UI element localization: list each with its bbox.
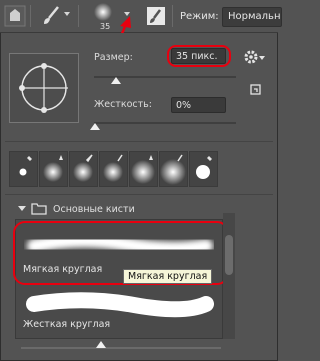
- soft-round-label[interactable]: Мягкая круглая: [23, 264, 102, 275]
- recent-brush-4[interactable]: [99, 151, 128, 187]
- photoshop-home-icon[interactable]: [4, 5, 26, 30]
- folder-icon: [31, 202, 47, 218]
- brush-tooltip: Мягкая круглая: [123, 269, 213, 284]
- recent-brush-5[interactable]: [129, 151, 158, 187]
- brush-tool-icon[interactable]: [40, 5, 62, 30]
- toolbar-separator: [172, 5, 173, 27]
- brush-list-scrollbar[interactable]: [223, 213, 235, 339]
- recent-brush-6[interactable]: [159, 151, 188, 187]
- toolbar-separator: [78, 5, 79, 27]
- mode-select[interactable]: Нормальный: [222, 7, 282, 27]
- size-highlight-annotation: [167, 45, 231, 67]
- preview-size-slider-track[interactable]: [21, 347, 221, 349]
- size-label: Размер:: [94, 52, 133, 63]
- mode-label: Режим:: [180, 11, 219, 22]
- preview-size-slider-knob[interactable]: [96, 341, 106, 348]
- hardness-slider-track[interactable]: [94, 122, 236, 124]
- brush-folder-name: Основные кисти: [53, 204, 135, 215]
- brush-preset-panel: Размер: 35 пикс. Жесткость: 0% Основные …: [0, 33, 278, 361]
- toolbar-separator: [30, 5, 31, 27]
- hardness-input[interactable]: 0%: [171, 97, 226, 113]
- brush-folder-row[interactable]: Основные кисти: [15, 201, 215, 217]
- airbrush-icon[interactable]: [145, 5, 167, 30]
- gear-icon[interactable]: [244, 49, 266, 68]
- size-slider-knob[interactable]: [111, 77, 121, 84]
- recent-brushes: [9, 151, 219, 187]
- hard-round-label[interactable]: Жесткая круглая: [23, 319, 110, 330]
- hard-round-stroke-preview[interactable]: [24, 292, 214, 320]
- options-toolbar: 35 Режим: Нормальный: [0, 0, 282, 73]
- recent-brush-3[interactable]: [69, 151, 98, 187]
- hardness-label: Жесткость:: [94, 99, 152, 110]
- panel-divider: [5, 141, 273, 142]
- scrollbar-thumb[interactable]: [225, 235, 233, 275]
- brush-angle-roundness-dial[interactable]: [9, 53, 79, 123]
- new-preset-icon[interactable]: [249, 83, 263, 100]
- chevron-down-icon[interactable]: [18, 206, 26, 211]
- panel-divider: [5, 194, 273, 195]
- recent-brush-1[interactable]: [9, 151, 38, 187]
- recent-brush-7[interactable]: [189, 151, 218, 187]
- recent-brush-2[interactable]: [39, 151, 68, 187]
- hardness-slider-knob[interactable]: [90, 123, 100, 130]
- chevron-down-icon[interactable]: [64, 12, 70, 16]
